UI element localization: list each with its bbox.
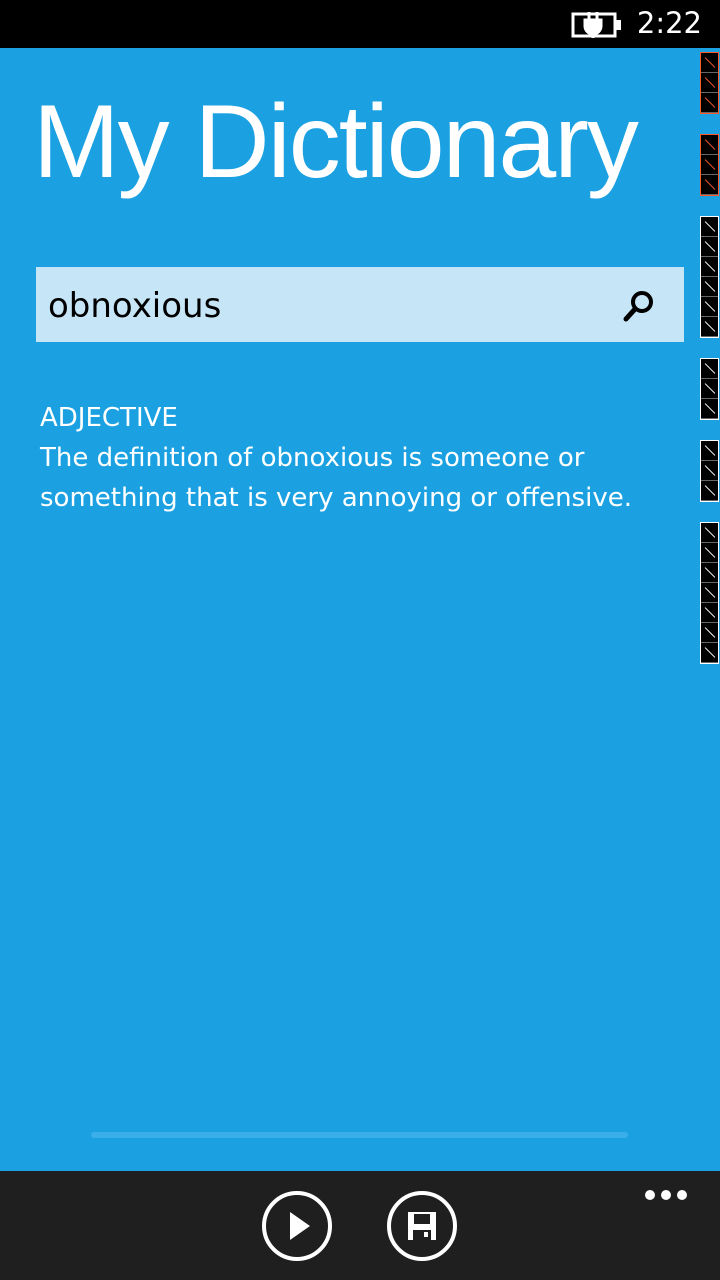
- definition-text: The definition of obnoxious is someone o…: [40, 443, 632, 513]
- frame-counter-block: [700, 216, 719, 338]
- counter-cell: [701, 643, 718, 663]
- more-dot: [677, 1190, 687, 1200]
- counter-cell: [701, 543, 718, 563]
- counter-cell: [701, 603, 718, 623]
- counter-cell: [701, 277, 718, 297]
- more-dot: [645, 1190, 655, 1200]
- counter-cell: [701, 93, 718, 113]
- counter-cell: [701, 563, 718, 583]
- counter-cell: [701, 379, 718, 399]
- more-dot: [661, 1190, 671, 1200]
- status-bar: 2:22: [0, 0, 720, 48]
- app-title: My Dictionary: [33, 84, 639, 200]
- counter-cell: [701, 623, 718, 643]
- frame-counter-block: [700, 52, 719, 114]
- frame-counter-block: [700, 522, 719, 664]
- more-icon[interactable]: [640, 1186, 692, 1204]
- play-icon: [290, 1212, 310, 1240]
- battery-charging-icon: [571, 12, 621, 38]
- counter-cell: [701, 155, 718, 175]
- counter-cell: [701, 237, 718, 257]
- search-input[interactable]: obnoxious: [36, 267, 684, 342]
- play-button[interactable]: [262, 1191, 332, 1261]
- counter-cell: [701, 53, 718, 73]
- search-icon[interactable]: [622, 289, 656, 323]
- counter-cell: [701, 359, 718, 379]
- app-bar: [0, 1171, 720, 1280]
- scroll-indicator: [91, 1132, 628, 1138]
- clock: 2:22: [636, 6, 702, 40]
- frame-rate-counters: [700, 52, 720, 684]
- counter-cell: [701, 73, 718, 93]
- counter-cell: [701, 217, 718, 237]
- frame-counter-block: [700, 440, 719, 502]
- save-icon: [408, 1212, 436, 1240]
- counter-cell: [701, 523, 718, 543]
- search-input-value[interactable]: obnoxious: [48, 267, 221, 342]
- counter-cell: [701, 399, 718, 419]
- counter-cell: [701, 583, 718, 603]
- counter-cell: [701, 297, 718, 317]
- counter-cell: [701, 481, 718, 501]
- frame-counter-block: [700, 134, 719, 196]
- part-of-speech: ADJECTIVE: [40, 403, 178, 433]
- counter-cell: [701, 461, 718, 481]
- counter-cell: [701, 135, 718, 155]
- counter-cell: [701, 441, 718, 461]
- save-button[interactable]: [387, 1191, 457, 1261]
- counter-cell: [701, 257, 718, 277]
- counter-cell: [701, 175, 718, 195]
- frame-counter-block: [700, 358, 719, 420]
- counter-cell: [701, 317, 718, 337]
